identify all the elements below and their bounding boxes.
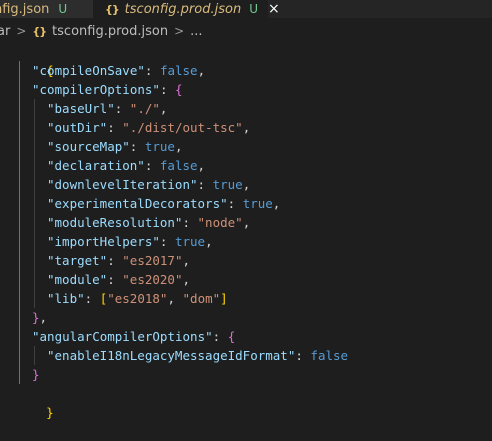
chevron-right-icon: > <box>174 24 185 38</box>
code-line: "compileOnSave": false, <box>32 63 206 78</box>
untracked-badge: U <box>249 2 258 16</box>
tab-bar: nfig.json U {} tsconfig.prod.json U × <box>0 0 492 18</box>
breadcrumb-symbol[interactable]: ... <box>190 24 202 39</box>
json-key: "declaration" <box>47 158 145 173</box>
json-key: "outDir" <box>47 120 108 135</box>
code-line: "declaration": false, <box>47 158 206 173</box>
breadcrumb-folder[interactable]: ar <box>0 24 10 39</box>
json-key: "experimentalDecorators" <box>47 196 228 211</box>
tab-label: nfig.json <box>0 1 50 17</box>
json-file-icon: {} <box>105 2 120 16</box>
json-key: "downlevelIteration" <box>47 177 198 192</box>
json-key: "moduleResolution" <box>47 215 183 230</box>
json-value: "es2017" <box>122 253 183 268</box>
json-value: "es2018" <box>107 291 168 306</box>
code-line: "moduleResolution": "node", <box>47 215 251 230</box>
code-line: "experimentalDecorators": true, <box>47 196 281 211</box>
json-key: "angularCompilerOptions" <box>32 329 213 344</box>
json-value: "node" <box>197 215 243 230</box>
close-icon[interactable]: × <box>268 1 280 17</box>
json-value: "./" <box>129 101 160 116</box>
json-value: false <box>310 348 349 363</box>
tab-label: tsconfig.prod.json <box>124 1 242 17</box>
json-value: "./dist/out-tsc" <box>122 120 243 135</box>
json-key: "baseUrl" <box>47 101 115 116</box>
tab-tsconfig-prod-json[interactable]: {} tsconfig.prod.json U × <box>93 0 280 18</box>
code-line: } <box>32 367 40 382</box>
chevron-right-icon: > <box>16 24 27 38</box>
code-editor[interactable]: { "compileOnSave": false, "compilerOptio… <box>0 42 492 436</box>
json-key: "target" <box>47 253 108 268</box>
json-key: "compileOnSave" <box>32 63 145 78</box>
json-file-icon: {} <box>32 24 47 38</box>
breadcrumb: ar > {} tsconfig.prod.json > ... <box>0 20 492 42</box>
json-value: true <box>242 196 273 211</box>
code-line: "importHelpers": true, <box>47 234 213 249</box>
json-value: true <box>174 234 206 249</box>
code-line: }, <box>32 310 48 325</box>
json-value: true <box>212 177 243 192</box>
json-value: false <box>159 63 198 78</box>
code-line: "downlevelIteration": true, <box>47 177 251 192</box>
code-line: "baseUrl": "./", <box>47 101 168 116</box>
json-value: false <box>159 158 198 173</box>
indent-guide <box>19 61 20 384</box>
json-value: "es2020" <box>122 272 183 287</box>
breadcrumb-file[interactable]: tsconfig.prod.json <box>52 24 168 39</box>
code-line: "enableI18nLegacyMessageIdFormat": false <box>47 348 349 363</box>
json-key: "sourceMap" <box>47 139 130 154</box>
json-key: "compilerOptions" <box>32 82 160 97</box>
code-line: "sourceMap": true, <box>47 139 183 154</box>
code-line: "target": "es2017", <box>47 253 191 268</box>
close-brace: } <box>46 405 54 420</box>
json-key: "importHelpers" <box>47 234 160 249</box>
json-value: true <box>144 139 175 154</box>
json-key: "lib" <box>47 291 85 306</box>
json-key: "module" <box>47 272 108 287</box>
code-line: } <box>16 384 54 420</box>
code-line: "compilerOptions": { <box>32 82 183 97</box>
indent-guide <box>34 346 35 365</box>
code-line: "outDir": "./dist/out-tsc", <box>47 120 251 135</box>
code-line: "angularCompilerOptions": { <box>32 329 236 344</box>
code-line: "lib": ["es2018", "dom"] <box>47 291 228 306</box>
code-line: { <box>16 42 54 78</box>
indent-guide <box>34 99 35 308</box>
code-line: "module": "es2020", <box>47 272 191 287</box>
json-key: "enableI18nLegacyMessageIdFormat" <box>47 348 296 363</box>
untracked-badge: U <box>58 2 68 16</box>
json-value: "dom" <box>182 291 221 306</box>
tab-tsconfig-json[interactable]: nfig.json U <box>0 0 93 18</box>
